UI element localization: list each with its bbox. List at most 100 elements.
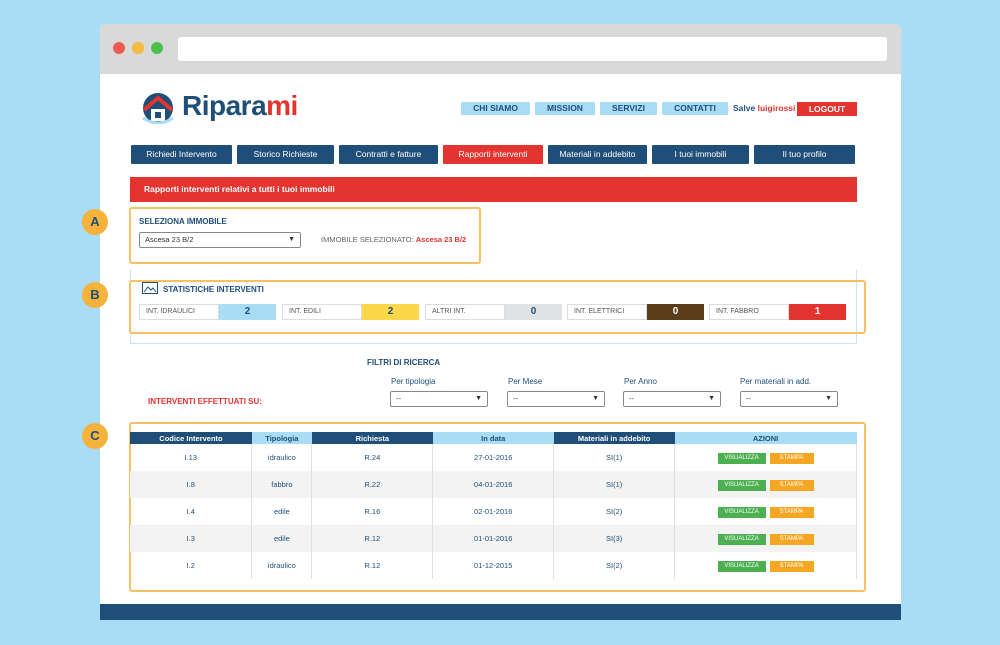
chevron-down-icon: ▼ (592, 395, 599, 402)
stampa-button[interactable]: STAMPA (769, 560, 814, 572)
table-row: I.3 edile R.12 01-01-2016 SI(3) VISUALIZ… (130, 525, 857, 552)
callout-marker-a: A (82, 209, 108, 235)
mainnav-materiali-addebito[interactable]: Materiali in addebito (548, 145, 647, 164)
stampa-button[interactable]: STAMPA (769, 479, 814, 491)
col-richiesta[interactable]: Richiesta (311, 432, 433, 444)
logo-text: Riparami (182, 90, 298, 121)
stat-value-edili: 2 (362, 304, 419, 320)
cell-tipologia: fabbro (251, 471, 313, 498)
filter-label-materiali: Per materiali in add. (740, 377, 812, 386)
cell-azioni: VISUALIZZA STAMPA (674, 525, 857, 552)
cell-azioni: VISUALIZZA STAMPA (674, 471, 857, 498)
table-row: I.4 edile R.16 02-01-2016 SI(2) VISUALIZ… (130, 498, 857, 525)
filter-select-materiali[interactable]: -- ▼ (740, 391, 838, 407)
stat-value-fabbro: 1 (789, 304, 846, 320)
cell-materiali: SI(1) (553, 444, 676, 471)
cell-data: 27-01-2016 (432, 444, 555, 471)
stat-label-idraulici: INT. IDRAULICI (139, 304, 219, 320)
mainnav-contratti-fatture[interactable]: Contratti e fatture (339, 145, 438, 164)
table-row: I.13 idraulico R.24 27-01-2016 SI(1) VIS… (130, 444, 857, 471)
cell-tipologia: idraulico (251, 444, 313, 471)
interventi-table: Codice Intervento Tipologia Richiesta In… (130, 432, 857, 579)
cell-tipologia: edile (251, 498, 313, 525)
cell-richiesta: R.16 (311, 498, 434, 525)
col-tipologia[interactable]: Tipologia (251, 432, 312, 444)
stat-value-idraulici: 2 (219, 304, 276, 320)
table-row: I.2 idraulico R.12 01-12-2015 SI(2) VISU… (130, 552, 857, 579)
cell-codice: I.4 (130, 498, 253, 525)
cell-azioni: VISUALIZZA STAMPA (674, 552, 857, 579)
filter-select-mese[interactable]: -- ▼ (507, 391, 605, 407)
stampa-button[interactable]: STAMPA (769, 452, 814, 464)
browser-window: Riparami CHI SIAMO MISSION SERVIZI CONTA… (100, 24, 901, 620)
house-logo-icon (142, 93, 174, 124)
chart-image-icon (142, 282, 158, 294)
cell-data: 04-01-2016 (432, 471, 555, 498)
cell-codice: I.8 (130, 471, 253, 498)
stat-value-elettrici: 0 (647, 304, 704, 320)
topnav-contatti[interactable]: CONTATTI (662, 102, 728, 115)
visualizza-button[interactable]: VISUALIZZA (717, 506, 766, 518)
filter-label-anno: Per Anno (624, 377, 657, 386)
immobile-select[interactable]: Ascesa 23 B/2 ▼ (139, 232, 301, 248)
cell-materiali: SI(3) (553, 525, 676, 552)
cell-richiesta: R.22 (311, 471, 434, 498)
col-materiali[interactable]: Materiali in addebito (553, 432, 675, 444)
chevron-down-icon: ▼ (288, 236, 295, 243)
col-data[interactable]: In data (432, 432, 554, 444)
cell-codice: I.3 (130, 525, 253, 552)
topnav-servizi[interactable]: SERVIZI (600, 102, 657, 115)
stampa-button[interactable]: STAMPA (769, 506, 814, 518)
close-window-icon[interactable] (113, 42, 125, 54)
page-footer (100, 604, 901, 620)
cell-codice: I.2 (130, 552, 253, 579)
cell-data: 02-01-2016 (432, 498, 555, 525)
visualizza-button[interactable]: VISUALIZZA (717, 560, 766, 572)
cell-azioni: VISUALIZZA STAMPA (674, 498, 857, 525)
stat-value-altri: 0 (505, 304, 562, 320)
mainnav-tuo-profilo[interactable]: Il tuo profilo (754, 145, 855, 164)
filter-label-tipologia: Per tipologia (391, 377, 436, 386)
chevron-down-icon: ▼ (825, 395, 832, 402)
browser-chrome (100, 24, 901, 74)
mainnav-storico-richieste[interactable]: Storico Richieste (237, 145, 334, 164)
filter-select-tipologia[interactable]: -- ▼ (390, 391, 488, 407)
cell-codice: I.13 (130, 444, 253, 471)
visualizza-button[interactable]: VISUALIZZA (717, 479, 766, 491)
filter-select-anno[interactable]: -- ▼ (623, 391, 721, 407)
mainnav-rapporti-interventi[interactable]: Rapporti interventi (443, 145, 543, 164)
url-bar[interactable] (178, 37, 887, 61)
site-logo[interactable]: Riparami (138, 90, 308, 124)
topnav-chi-siamo[interactable]: CHI SIAMO (461, 102, 530, 115)
table-row: I.8 fabbro R.22 04-01-2016 SI(1) VISUALI… (130, 471, 857, 498)
topnav-mission[interactable]: MISSION (535, 102, 595, 115)
cell-richiesta: R.24 (311, 444, 434, 471)
stampa-button[interactable]: STAMPA (769, 533, 814, 545)
maximize-window-icon[interactable] (151, 42, 163, 54)
visualizza-button[interactable]: VISUALIZZA (717, 452, 766, 464)
interventi-effettuati-label: INTERVENTI EFFETTUATI SU: (148, 397, 262, 406)
col-codice[interactable]: Codice Intervento (130, 432, 252, 444)
minimize-window-icon[interactable] (132, 42, 144, 54)
chevron-down-icon: ▼ (708, 395, 715, 402)
cell-azioni: VISUALIZZA STAMPA (674, 444, 857, 471)
cell-tipologia: idraulico (251, 552, 313, 579)
stat-label-altri: ALTRI INT. (425, 304, 505, 320)
user-greeting: Salve luigirossi (733, 103, 796, 113)
filter-label-mese: Per Mese (508, 377, 543, 386)
col-azioni: AZIONI (674, 432, 857, 444)
cell-materiali: SI(2) (553, 498, 676, 525)
visualizza-button[interactable]: VISUALIZZA (717, 533, 766, 545)
mainnav-tuoi-immobili[interactable]: I tuoi immobili (652, 145, 749, 164)
cell-data: 01-12-2015 (432, 552, 555, 579)
stat-label-elettrici: INT. ELETTRICI (567, 304, 647, 320)
stat-label-edili: INT. EDILI (282, 304, 362, 320)
logout-button[interactable]: LOGOUT (797, 102, 857, 116)
cell-data: 01-01-2016 (432, 525, 555, 552)
table-header-row: Codice Intervento Tipologia Richiesta In… (130, 432, 857, 444)
mainnav-richiedi-intervento[interactable]: Richiedi Intervento (131, 145, 232, 164)
page-title-banner: Rapporti interventi relativi a tutti i t… (130, 177, 857, 202)
cell-materiali: SI(2) (553, 552, 676, 579)
username[interactable]: luigirossi (758, 103, 796, 113)
callout-marker-b: B (82, 282, 108, 308)
